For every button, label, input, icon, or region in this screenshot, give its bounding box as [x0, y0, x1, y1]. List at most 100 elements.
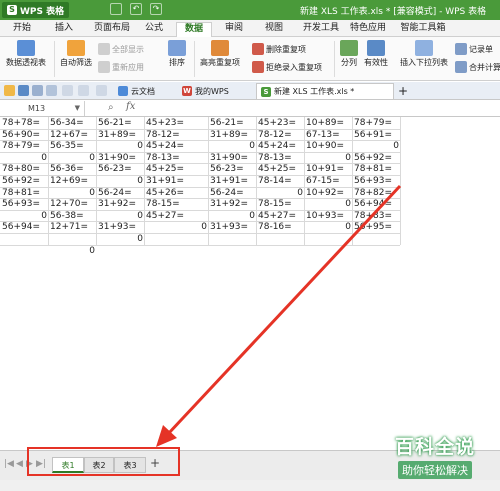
cell[interactable]: 0	[305, 153, 352, 164]
cell[interactable]: 78+78=	[1, 118, 48, 129]
cell[interactable]: 0	[97, 211, 144, 222]
cell[interactable]: 78-12=	[257, 130, 304, 141]
tab-special[interactable]: 特色应用	[348, 22, 388, 37]
redo-icon[interactable]	[78, 85, 89, 96]
cell[interactable]: 0	[49, 246, 96, 257]
cell[interactable]: 31+91=	[209, 176, 256, 187]
cell[interactable]: 0	[1, 211, 48, 222]
cell[interactable]: 56-24=	[97, 188, 144, 199]
cell[interactable]: 45+23=	[257, 118, 304, 129]
cell[interactable]: 12+67=	[49, 130, 96, 141]
app-menu-button[interactable]: S WPS 表格	[2, 2, 70, 18]
cell[interactable]: 0	[97, 176, 144, 187]
cell[interactable]: 78-15=	[145, 199, 208, 210]
cell[interactable]: 12+71=	[49, 222, 96, 233]
cell[interactable]: 10+89=	[305, 118, 352, 129]
pivot-table-button[interactable]: 数据透视表	[6, 40, 46, 68]
reapply-button[interactable]: 重新应用	[98, 61, 144, 73]
cell[interactable]: 0	[209, 211, 256, 222]
cell[interactable]: 45+26=	[145, 188, 208, 199]
cell[interactable]: 0	[305, 222, 352, 233]
first-sheet-icon[interactable]: |◀	[4, 459, 14, 469]
cell[interactable]: 10+92=	[305, 188, 352, 199]
cell[interactable]: 67-13=	[305, 130, 352, 141]
zoom-icon[interactable]: ⌕	[108, 102, 114, 113]
save-icon[interactable]	[110, 3, 122, 15]
cell[interactable]: 10+90=	[305, 141, 352, 152]
tab-data[interactable]: 数据	[176, 22, 212, 37]
cell[interactable]: 78+80=	[1, 164, 48, 175]
cell[interactable]: 0	[145, 222, 208, 233]
cell[interactable]: 78+82=	[353, 188, 400, 199]
tab-my-wps[interactable]: W 我的WPS	[178, 83, 233, 99]
cell[interactable]: 45+25=	[257, 164, 304, 175]
cell[interactable]: 78+79=	[353, 118, 400, 129]
cell[interactable]: 56+91=	[353, 130, 400, 141]
cell[interactable]: 56+92=	[1, 176, 48, 187]
cell[interactable]: 78-15=	[257, 199, 304, 210]
cell[interactable]: 0	[209, 141, 256, 152]
cell[interactable]: 56+92=	[353, 153, 400, 164]
validity-button[interactable]: 有效性	[364, 40, 388, 68]
cell[interactable]: 31+89=	[97, 130, 144, 141]
new-tab-button[interactable]: +	[394, 83, 412, 99]
cell[interactable]: 78-12=	[145, 130, 208, 141]
cell[interactable]: 10+93=	[305, 211, 352, 222]
cell[interactable]: 45+23=	[145, 118, 208, 129]
cell[interactable]: 31+90=	[97, 153, 144, 164]
cell[interactable]: 56-24=	[209, 188, 256, 199]
cell[interactable]: 78-13=	[145, 153, 208, 164]
chevron-down-icon[interactable]: ▼	[75, 101, 80, 116]
cell[interactable]: 31+93=	[97, 222, 144, 233]
highlight-duplicates-button[interactable]: 高亮重复项	[200, 40, 240, 68]
cell[interactable]: 0	[305, 199, 352, 210]
tab-view[interactable]: 视图	[262, 22, 286, 37]
cell[interactable]: 56-23=	[209, 164, 256, 175]
cell[interactable]: 56+90=	[1, 130, 48, 141]
cell[interactable]: 78-14=	[257, 176, 304, 187]
cell[interactable]: 12+69=	[49, 176, 96, 187]
prev-sheet-icon[interactable]: ◀	[16, 459, 23, 469]
cell[interactable]: 56+95=	[353, 222, 400, 233]
chevron-down-icon[interactable]	[96, 85, 107, 96]
cell[interactable]: 31+92=	[97, 199, 144, 210]
cell[interactable]: 56-34=	[49, 118, 96, 129]
cell[interactable]: 0	[49, 153, 96, 164]
merge-calc-button[interactable]: 合并计算	[455, 61, 500, 73]
cell[interactable]: 56+93=	[353, 176, 400, 187]
cell[interactable]: 78+81=	[1, 188, 48, 199]
autofilter-button[interactable]: 自动筛选	[60, 40, 92, 68]
name-box[interactable]: M13 ▼	[0, 101, 85, 116]
cell[interactable]: 56+94=	[1, 222, 48, 233]
cell[interactable]: 0	[97, 141, 144, 152]
cell[interactable]: 78+81=	[353, 164, 400, 175]
insert-dropdown-button[interactable]: 插入下拉列表	[400, 40, 448, 68]
cell[interactable]: 45+25=	[145, 164, 208, 175]
tab-home[interactable]: 开始	[10, 22, 34, 37]
tab-developer[interactable]: 开发工具	[301, 22, 341, 37]
cell[interactable]: 0	[49, 188, 96, 199]
tab-workbook[interactable]: S 新建 XLS 工作表.xls *	[256, 83, 394, 99]
preview-icon[interactable]	[46, 85, 57, 96]
cell[interactable]: 31+92=	[209, 199, 256, 210]
tab-insert[interactable]: 插入	[52, 22, 76, 37]
sort-button[interactable]: 排序	[168, 40, 186, 68]
cell[interactable]: 56-36=	[49, 164, 96, 175]
cell[interactable]: 0	[97, 234, 144, 245]
cell[interactable]: 0	[353, 141, 400, 152]
cell[interactable]: 45+24=	[145, 141, 208, 152]
cell[interactable]: 78+83=	[353, 211, 400, 222]
cell[interactable]: 56+94=	[353, 199, 400, 210]
tab-page-layout[interactable]: 页面布局	[90, 22, 134, 37]
tab-cloud-docs[interactable]: 云文档	[114, 83, 159, 99]
redo-icon[interactable]: ↷	[150, 3, 162, 15]
cell[interactable]: 31+93=	[209, 222, 256, 233]
cell[interactable]: 78+79=	[1, 141, 48, 152]
cell[interactable]: 45+24=	[257, 141, 304, 152]
cell[interactable]: 56-35=	[49, 141, 96, 152]
cell[interactable]: 45+27=	[145, 211, 208, 222]
save-icon[interactable]	[18, 85, 29, 96]
spreadsheet-grid[interactable]: 78+78= 56-34= 56-21= 45+23= 56-21= 45+23= 10+8…	[0, 117, 500, 450]
undo-icon[interactable]: ↶	[130, 3, 142, 15]
cell[interactable]: 56-21=	[97, 118, 144, 129]
